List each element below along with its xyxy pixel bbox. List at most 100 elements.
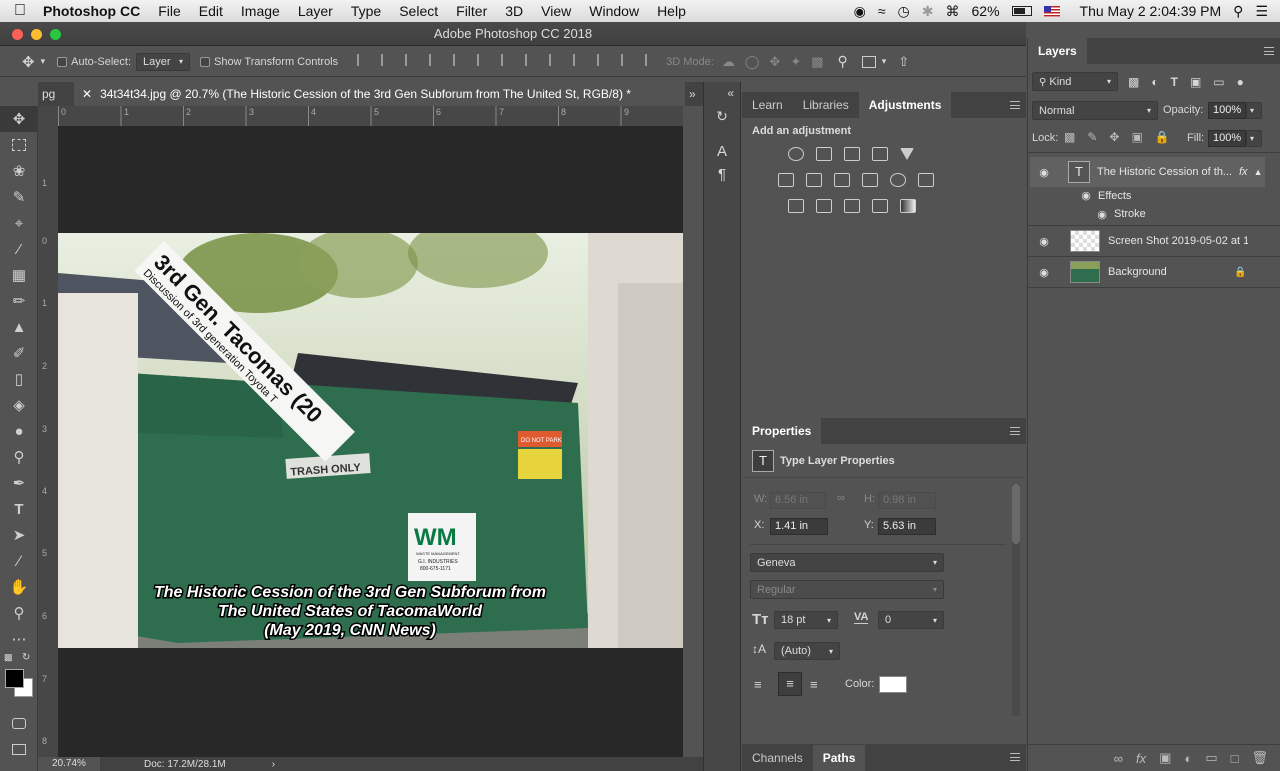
eyedropper-tool-icon[interactable]: ⁄ [0, 236, 38, 262]
time-machine-icon[interactable]: ◷ [898, 3, 910, 20]
menu-layer[interactable]: Layer [289, 0, 342, 22]
status-menu-arrow-icon[interactable]: › [272, 759, 275, 770]
tab-adjustments[interactable]: Adjustments [858, 92, 952, 118]
spotlight-icon[interactable]: ⚲ [1233, 3, 1243, 20]
threshold-icon[interactable] [844, 199, 860, 213]
layer-row-screenshot[interactable]: ◉ Screen Shot 2019-05-02 at 1... [1030, 226, 1265, 256]
clone-stamp-tool-icon[interactable]: ▲ [0, 314, 38, 340]
zoom-tool-icon[interactable]: ⚲ [0, 600, 38, 626]
bluetooth-icon[interactable]: ✱ [922, 3, 934, 20]
move-tool-icon[interactable]: ✥ [0, 106, 38, 132]
document-tab-partial[interactable]: pg [38, 82, 74, 106]
type-tool-icon[interactable]: T [0, 496, 38, 522]
hand-tool-icon[interactable]: ✋ [0, 574, 38, 600]
properties-menu-icon[interactable] [1010, 427, 1020, 435]
align-vcenter-icon[interactable] [381, 54, 391, 66]
y-field[interactable]: 5.63 in [878, 518, 936, 535]
menu-window[interactable]: Window [580, 0, 648, 22]
tab-paths[interactable]: Paths [812, 745, 866, 771]
link-layers-icon[interactable]: ∞ [1114, 751, 1123, 766]
quick-mask-icon[interactable] [0, 710, 38, 736]
new-adjustment-icon[interactable]: ◐ [1184, 751, 1192, 766]
character-panel-icon[interactable]: A [704, 143, 740, 160]
new-layer-icon[interactable]: □ [1231, 751, 1239, 766]
tab-layers[interactable]: Layers [1028, 38, 1087, 64]
black-white-icon[interactable] [834, 173, 850, 187]
effects-row[interactable]: ◉ Effects [1030, 187, 1265, 204]
distribute-hcenter-icon[interactable] [597, 54, 607, 66]
foreground-color-swatch[interactable] [5, 669, 24, 688]
share-icon[interactable]: ⇧ [898, 54, 909, 70]
crop-tool-icon[interactable]: ⌖ [0, 210, 38, 236]
posterize-icon[interactable] [816, 199, 832, 213]
filter-shape-icon[interactable]: ▣ [1190, 75, 1201, 89]
tab-learn[interactable]: Learn [742, 92, 793, 118]
text-color-swatch[interactable] [879, 676, 907, 693]
brush-tool-icon[interactable]: ✏ [0, 288, 38, 314]
auto-align-icon[interactable] [645, 54, 655, 66]
align-right-text-icon[interactable]: ≡ [810, 677, 818, 692]
menu-edit[interactable]: Edit [190, 0, 232, 22]
panel-menu-icon[interactable] [1010, 101, 1020, 109]
screen-mode-icon[interactable] [0, 736, 38, 762]
marquee-tool-icon[interactable] [0, 132, 38, 158]
add-mask-icon[interactable]: ▣ [1159, 750, 1171, 766]
properties-scrollbar[interactable] [1012, 484, 1020, 716]
lock-pixels-icon[interactable]: ✎ [1087, 130, 1097, 144]
flag-icon[interactable] [1043, 5, 1060, 17]
lock-position-icon[interactable]: ✥ [1109, 130, 1119, 144]
visibility-eye-icon[interactable]: ◉ [1036, 266, 1052, 279]
paint-bucket-tool-icon[interactable]: ◈ [0, 392, 38, 418]
filter-smart-object-icon[interactable]: ▭ [1213, 75, 1224, 89]
auto-select-checkbox[interactable] [57, 56, 68, 67]
x-field[interactable]: 1.41 in [770, 518, 828, 535]
filter-pixel-icon[interactable]: ▩ [1128, 75, 1139, 89]
tab-overflow-icon[interactable]: » [689, 87, 696, 101]
3d-slide-icon[interactable]: ✦ [790, 54, 801, 70]
sync-icon[interactable]: ≈ [878, 3, 886, 19]
3d-roll-icon[interactable]: ◯ [745, 54, 760, 70]
close-tab-icon[interactable]: ✕ [82, 87, 92, 101]
align-hcenter-icon[interactable] [453, 54, 463, 66]
curves-icon[interactable] [844, 147, 860, 161]
dodge-tool-icon[interactable]: ⚲ [0, 444, 38, 470]
visibility-eye-icon[interactable]: ◉ [1036, 166, 1052, 179]
filter-type-icon[interactable]: T [1171, 75, 1178, 89]
history-brush-tool-icon[interactable]: ✐ [0, 340, 38, 366]
filter-toggle-icon[interactable]: ● [1237, 75, 1244, 89]
blend-mode-dropdown[interactable]: Normal ▾ [1032, 101, 1158, 120]
zoom-window-button[interactable] [50, 29, 61, 40]
battery-text[interactable]: 62% [972, 3, 1000, 19]
close-window-button[interactable] [12, 29, 23, 40]
menu-file[interactable]: File [149, 0, 190, 22]
tool-preset-arrow-icon[interactable]: ▾ [41, 56, 46, 67]
history-panel-icon[interactable]: ↻ [704, 108, 740, 125]
align-center-text-icon[interactable]: ≡ [778, 672, 802, 696]
paragraph-panel-icon[interactable]: ¶ [704, 166, 740, 183]
fill-arrow-icon[interactable]: ▾ [1246, 130, 1262, 147]
line-tool-icon[interactable]: ∕ [0, 548, 38, 574]
h-field[interactable]: 0.98 in [878, 492, 936, 509]
more-tools-icon[interactable]: ⋯ [0, 626, 38, 652]
collapse-effects-icon[interactable]: ▲ [1254, 167, 1263, 177]
exposure-icon[interactable] [872, 147, 888, 161]
font-style-dropdown[interactable]: Regular ▾ [750, 580, 944, 599]
layers-menu-icon[interactable] [1264, 47, 1274, 55]
visibility-eye-icon[interactable]: ◉ [1036, 235, 1052, 248]
hue-saturation-icon[interactable] [778, 173, 794, 187]
menu-filter[interactable]: Filter [447, 0, 496, 22]
fx-icon[interactable]: fx [1239, 166, 1248, 178]
opacity-field[interactable]: 100% [1208, 102, 1246, 119]
opacity-arrow-icon[interactable]: ▾ [1246, 102, 1262, 119]
layer-name[interactable]: The Historic Cession of th... [1097, 166, 1233, 178]
lasso-tool-icon[interactable]: ❀ [0, 158, 38, 184]
layer-row-background[interactable]: ◉ Background 🔒 [1030, 257, 1265, 287]
zoom-level[interactable]: 20.74% [38, 757, 100, 771]
tab-channels[interactable]: Channels [742, 745, 813, 771]
layer-name[interactable]: Background [1108, 266, 1234, 278]
swap-colors-icon[interactable]: ↻ [22, 652, 30, 663]
filter-adjustment-icon[interactable]: ◐ [1151, 75, 1158, 89]
app-menu[interactable]: Photoshop CC [35, 0, 149, 22]
workspace-icon[interactable] [861, 55, 876, 68]
distribute-left-icon[interactable] [573, 54, 583, 66]
